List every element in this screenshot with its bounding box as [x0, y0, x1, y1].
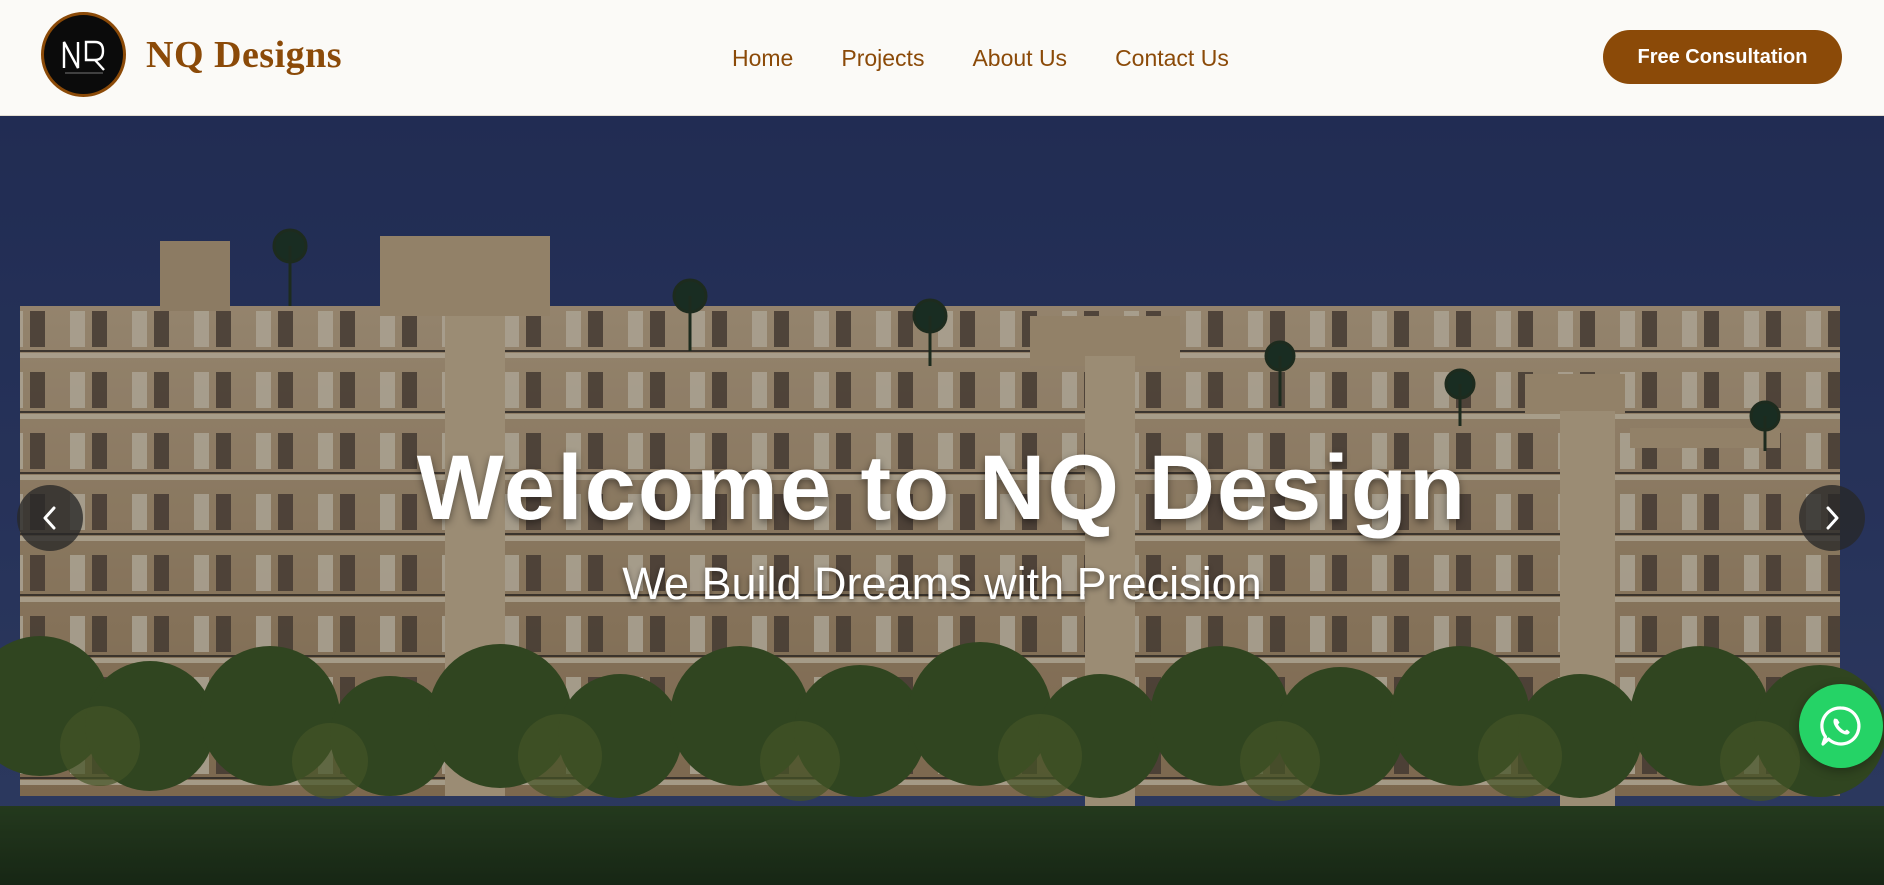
nav-projects[interactable]: Projects [841, 45, 924, 72]
nav-contact-us[interactable]: Contact Us [1115, 45, 1229, 72]
whatsapp-chat-button[interactable] [1799, 684, 1883, 768]
whatsapp-icon [1820, 706, 1861, 746]
nav-home[interactable]: Home [732, 45, 793, 72]
hero-subtitle: We Build Dreams with Precision [622, 558, 1262, 609]
carousel-next-button[interactable] [1799, 485, 1865, 551]
chevron-right-icon [1826, 506, 1839, 530]
nq-monogram-icon [62, 40, 105, 73]
hero-title: Welcome to NQ Design [416, 437, 1468, 539]
brand-name[interactable]: NQ Designs [146, 33, 342, 77]
nav-about-us[interactable]: About Us [972, 45, 1067, 72]
brand-logo[interactable] [41, 12, 126, 97]
site-header: NQ Designs Home Projects About Us Contac… [0, 0, 1884, 116]
chevron-left-icon [43, 506, 56, 530]
hero-carousel: Welcome to NQ Design We Build Dreams wit… [0, 116, 1884, 885]
main-nav: Home Projects About Us Contact Us [732, 0, 1229, 116]
carousel-prev-button[interactable] [17, 485, 83, 551]
free-consultation-button[interactable]: Free Consultation [1603, 30, 1842, 84]
brand[interactable]: NQ Designs [41, 12, 342, 97]
